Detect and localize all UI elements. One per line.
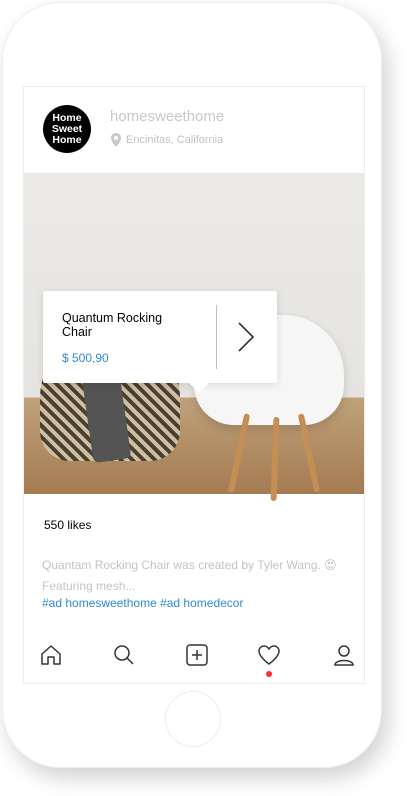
emoji: 😍	[324, 558, 337, 572]
chair-leg	[297, 413, 321, 493]
caption: Quantam Rocking Chair was created by Tyl…	[42, 555, 352, 597]
notification-dot	[266, 671, 272, 677]
username[interactable]: homesweethome	[110, 108, 224, 125]
search-icon[interactable]	[110, 641, 138, 669]
avatar-line2: Sweet	[51, 122, 83, 135]
avatar-line1: Home	[52, 111, 82, 124]
home-icon[interactable]	[37, 641, 65, 669]
likes-count[interactable]: 550 likes	[44, 518, 91, 532]
post-photo[interactable]: Quantum Rocking Chair $ 500,90	[24, 173, 364, 502]
screen: Home Sweet Home homesweethome Encinitas,…	[23, 86, 365, 684]
chair-leg	[270, 416, 280, 502]
profile-icon[interactable]	[330, 641, 358, 669]
avatar-line3: Home	[52, 133, 82, 146]
heart-icon[interactable]	[255, 641, 283, 669]
product-price: $ 500,90	[62, 351, 109, 365]
chevron-right-icon[interactable]	[233, 321, 257, 353]
caption-line1: Quantam Rocking Chair was created by Tyl…	[42, 558, 321, 572]
hashtags[interactable]: #ad homesweethome #ad homedecor	[42, 596, 243, 610]
popup-divider	[216, 305, 217, 369]
location[interactable]: Encinitas, California	[110, 133, 223, 147]
post-header: Home Sweet Home homesweethome Encinitas,…	[24, 87, 364, 173]
location-pin-icon	[111, 133, 121, 147]
location-text: Encinitas, California	[126, 134, 224, 146]
avatar[interactable]: Home Sweet Home	[43, 105, 91, 153]
caption-line2: Featuring mesh...	[42, 579, 136, 593]
phone-frame: Home Sweet Home homesweethome Encinitas,…	[2, 2, 382, 768]
tab-bar	[24, 635, 364, 683]
home-button[interactable]	[165, 691, 221, 747]
add-icon[interactable]	[183, 641, 211, 669]
chair-leg	[227, 413, 251, 493]
product-tag-popup[interactable]: Quantum Rocking Chair $ 500,90	[43, 291, 277, 393]
product-title: Quantum Rocking Chair	[62, 311, 163, 339]
